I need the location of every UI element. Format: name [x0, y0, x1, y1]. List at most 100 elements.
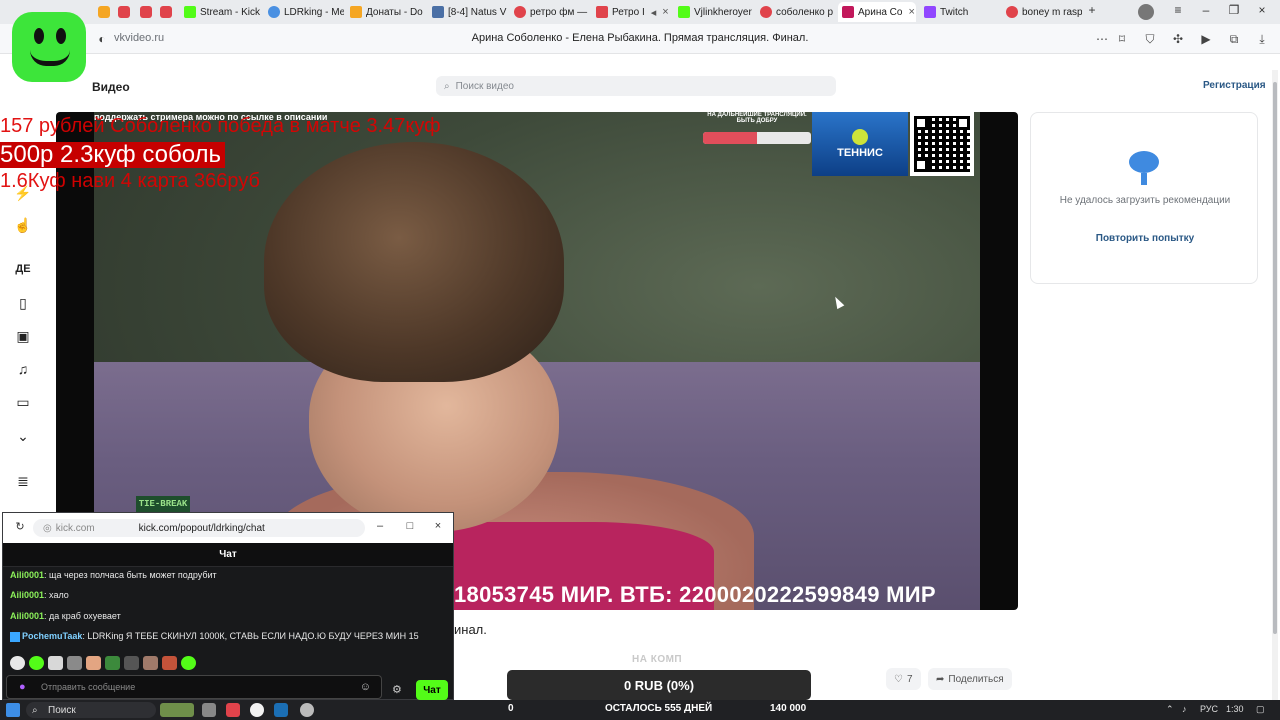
emote-icon[interactable]	[124, 656, 139, 670]
close-icon[interactable]: ×	[908, 6, 914, 18]
yandex-icon	[1006, 6, 1018, 18]
windows-start-icon[interactable]	[6, 703, 20, 717]
tab-retro-fm[interactable]: ретро фм —	[510, 2, 590, 22]
emote-icon[interactable]	[48, 656, 63, 670]
tab-donations[interactable]: Донаты - Do	[346, 2, 426, 22]
collections-icon[interactable]: ⧉	[1226, 32, 1242, 47]
yandex-icon[interactable]	[226, 703, 240, 717]
emote-icon[interactable]	[143, 656, 158, 670]
tv-icon[interactable]: ▭	[12, 391, 34, 413]
close-icon[interactable]: ×	[662, 6, 668, 18]
retry-link[interactable]: Повторить попытку	[1031, 233, 1259, 244]
menu-icon[interactable]: ≡	[1168, 3, 1188, 17]
microphone-icon[interactable]: ●	[19, 681, 26, 693]
overlay-goal-amount: 140 000	[770, 703, 807, 714]
minimize-icon[interactable]: –	[1196, 3, 1216, 17]
video-icon[interactable]: ▣	[12, 325, 34, 347]
like-button[interactable]: ♡ 7	[886, 668, 921, 690]
tab-active-vkvideo[interactable]: Арина Со ×	[838, 2, 916, 22]
extension-icon[interactable]: ✣	[1170, 32, 1186, 46]
bookmark-icon[interactable]: ⌑	[1114, 32, 1130, 46]
scrollbar-thumb[interactable]	[1273, 82, 1277, 634]
tab-ldrking[interactable]: LDRking - Me	[264, 2, 344, 22]
more-icon[interactable]: ⋯	[1094, 32, 1110, 46]
new-tab-icon[interactable]: +	[1082, 3, 1102, 17]
tab-sobolenko-search[interactable]: соболенко р	[756, 2, 836, 22]
play-icon[interactable]: ▶	[1198, 32, 1214, 46]
tray-chevron-icon[interactable]: ⌃	[1166, 704, 1174, 715]
reload-icon[interactable]: ↻	[11, 520, 29, 533]
donation-progress-bar	[703, 132, 811, 144]
chat-send-button[interactable]: Чат	[416, 680, 448, 700]
gear-icon[interactable]: ⚙	[392, 683, 402, 696]
language-indicator[interactable]: РУС	[1200, 704, 1218, 714]
book-icon[interactable]: ▯	[12, 292, 34, 314]
vk-video-brand[interactable]: Видео	[92, 80, 130, 94]
chat-message: Aili0001: хало	[10, 590, 69, 600]
maximize-icon[interactable]: ❐	[1224, 3, 1244, 17]
emote-icon[interactable]	[162, 656, 177, 670]
music-icon[interactable]: ♫	[12, 358, 34, 380]
share-button[interactable]: ➦ Поделиться	[928, 668, 1012, 690]
audio-icon[interactable]: ◂	[651, 6, 657, 19]
donation-icon	[350, 6, 362, 18]
search-icon: ⌕	[32, 704, 38, 716]
clock[interactable]: 1:30	[1226, 704, 1244, 714]
register-link[interactable]: Регистрация	[1203, 80, 1266, 91]
search-input[interactable]: ⌕ Поиск видео	[436, 76, 836, 96]
emote-bar	[10, 656, 196, 670]
yandex-browser-icon[interactable]	[250, 703, 264, 717]
pinned-tab-icon[interactable]	[98, 6, 110, 18]
youtube-tab-icon[interactable]	[118, 6, 130, 18]
tab-vjlink[interactable]: Vjlinkheroyer	[674, 2, 754, 22]
emote-icon[interactable]	[86, 656, 101, 670]
chat-url-field[interactable]: ◎ kick.com kick.com/popout/ldrking/chat	[33, 519, 365, 537]
close-window-icon[interactable]: ×	[1252, 3, 1272, 17]
youtube-tab-icon[interactable]	[160, 6, 172, 18]
maximize-icon[interactable]: □	[401, 520, 419, 532]
vk-video-icon	[842, 6, 854, 18]
tab-natus-vincere[interactable]: [8-4] Natus V	[428, 2, 508, 22]
chevron-down-icon[interactable]: ⌄	[12, 425, 34, 447]
task-view-icon[interactable]	[202, 703, 216, 717]
bet-overlay-line-2: 500р 2.3куф соболь	[0, 142, 226, 168]
shield-icon[interactable]: ⛉	[1142, 32, 1158, 47]
screen: Stream - Kick LDRking - Me Донаты - Do […	[0, 0, 1280, 720]
kick-chat-window: ↻ ◎ kick.com kick.com/popout/ldrking/cha…	[2, 512, 454, 700]
kick-icon	[184, 6, 196, 18]
qr-code	[910, 112, 974, 176]
player-hair	[264, 142, 564, 382]
avatar[interactable]	[1138, 4, 1154, 20]
emote-icon[interactable]	[181, 656, 196, 670]
kids-icon[interactable]: ДЕ	[12, 258, 34, 280]
download-icon[interactable]: ⤓	[1254, 32, 1270, 47]
youtube-tab-icon[interactable]	[140, 6, 152, 18]
emoji-icon[interactable]: ☺	[360, 681, 371, 693]
steam-icon[interactable]	[274, 703, 288, 717]
tab-boney-m[interactable]: boney m rasp	[1002, 2, 1082, 22]
playlist-icon[interactable]: ≣	[12, 470, 34, 492]
shorts-icon[interactable]: ☝	[12, 214, 34, 236]
overlay-counter-left: 0	[508, 703, 514, 714]
emote-icon[interactable]	[29, 656, 44, 670]
twitch-icon	[924, 6, 936, 18]
close-icon[interactable]: ×	[429, 520, 447, 532]
overlay-days-left: ОСТАЛОСЬ 555 ДНЕЙ	[605, 703, 713, 714]
taskbar-search[interactable]: ⌕ Поиск	[26, 702, 156, 718]
yandex-icon	[514, 6, 526, 18]
emote-icon[interactable]	[67, 656, 82, 670]
chat-message-input[interactable]: ● Отправить сообщение ☺	[6, 675, 382, 699]
notifications-icon[interactable]: ▢	[1256, 704, 1265, 715]
tab-stream-kick[interactable]: Stream - Kick	[180, 2, 260, 22]
tiebreak-badge: TIE-BREAK	[136, 496, 190, 512]
app-icon[interactable]	[300, 703, 314, 717]
tab-retro-player[interactable]: Ретро I ◂ ×	[592, 2, 670, 22]
tab-twitch[interactable]: Twitch	[920, 2, 1000, 22]
yandex-icon	[760, 6, 772, 18]
address-bar: ◐ vkvideo.ru Арина Соболенко - Елена Рыб…	[0, 24, 1280, 54]
minimize-icon[interactable]: –	[371, 520, 389, 532]
emote-icon[interactable]	[10, 656, 25, 670]
weather-widget-icon[interactable]	[160, 703, 194, 717]
volume-icon[interactable]: ♪	[1182, 704, 1187, 714]
emote-icon[interactable]	[105, 656, 120, 670]
